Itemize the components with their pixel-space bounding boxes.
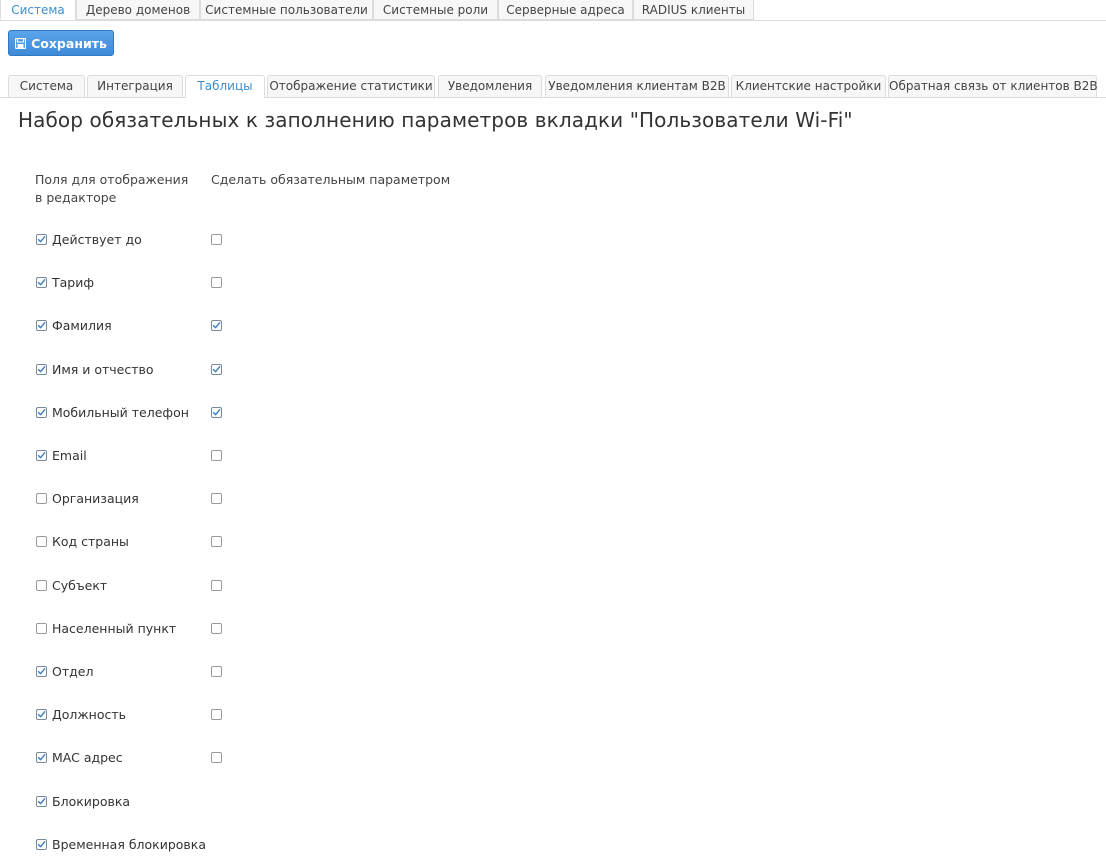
field-row: Временная блокировка [0,835,400,855]
required-field-checkbox[interactable] [211,709,222,720]
field-row: Отдел [0,662,400,682]
column-header-show: Поля для отображения в редакторе [35,172,189,205]
field-row: Код страны [0,532,400,552]
required-field-checkbox[interactable] [211,320,222,331]
show-field-checkbox[interactable] [36,709,47,720]
field-label: Действует до [52,232,142,247]
subtab-system[interactable]: Система [8,75,85,97]
field-row: Имя и отчество [0,360,400,380]
show-field-checkbox[interactable] [36,450,47,461]
field-row: MAC адрес [0,748,400,768]
required-field-checkbox[interactable] [211,493,222,504]
show-field-checkbox[interactable] [36,364,47,375]
field-row: Организация [0,489,400,509]
show-field-checkbox[interactable] [36,320,47,331]
main-tab-bar: Система Дерево доменов Системные пользов… [0,0,1106,21]
show-field-checkbox[interactable] [36,234,47,245]
field-row: Должность [0,705,400,725]
field-label: Населенный пункт [52,621,177,636]
field-label: Имя и отчество [52,362,154,377]
field-label: MAC адрес [52,750,123,765]
field-row: Блокировка [0,792,400,812]
show-field-checkbox[interactable] [36,493,47,504]
show-field-checkbox[interactable] [36,580,47,591]
required-field-checkbox[interactable] [211,234,222,245]
subtab-client-settings[interactable]: Клиентские настройки [731,75,886,97]
required-field-checkbox[interactable] [211,407,222,418]
tab-system-users[interactable]: Системные пользователи [200,0,373,20]
show-field-checkbox[interactable] [36,796,47,807]
settings-tab-bar: Система Интеграция Таблицы Отображение с… [0,75,1106,98]
show-field-checkbox[interactable] [36,536,47,547]
show-field-checkbox[interactable] [36,839,47,850]
field-label: Тариф [52,275,95,290]
required-field-checkbox[interactable] [211,364,222,375]
field-row: Фамилия [0,316,400,336]
show-field-checkbox[interactable] [36,277,47,288]
field-label: Код страны [52,534,129,549]
required-field-checkbox[interactable] [211,666,222,677]
field-label: Email [52,448,87,463]
field-row: Тариф [0,273,400,293]
required-field-checkbox[interactable] [211,277,222,288]
field-label: Фамилия [52,318,112,333]
field-label: Организация [52,491,139,506]
required-field-checkbox[interactable] [211,752,222,763]
field-label: Отдел [52,664,94,679]
subtab-tables[interactable]: Таблицы [185,75,265,98]
field-label: Субъект [52,578,108,593]
page-title: Набор обязательных к заполнению параметр… [18,108,853,132]
field-row: Email [0,446,400,466]
required-field-checkbox[interactable] [211,623,222,634]
show-field-checkbox[interactable] [36,623,47,634]
subtab-integration[interactable]: Интеграция [87,75,183,97]
tab-server-addresses[interactable]: Серверные адреса [498,0,633,20]
field-label: Должность [52,707,127,722]
subtab-b2b-feedback[interactable]: Обратная связь от клиентов B2B [888,75,1098,97]
show-field-checkbox[interactable] [36,752,47,763]
show-field-checkbox[interactable] [36,666,47,677]
required-field-checkbox[interactable] [211,580,222,591]
floppy-disk-icon [15,37,27,49]
required-field-checkbox[interactable] [211,450,222,461]
tab-system-roles[interactable]: Системные роли [373,0,498,20]
subtab-b2b-notifications[interactable]: Уведомления клиентам B2B [545,75,729,97]
field-row: Действует до [0,230,400,250]
field-row: Населенный пункт [0,619,400,639]
field-row: Мобильный телефон [0,403,400,423]
field-row: Субъект [0,576,400,596]
required-field-checkbox[interactable] [211,536,222,547]
tab-domain-tree[interactable]: Дерево доменов [76,0,200,20]
save-button[interactable]: Сохранить [8,30,114,56]
field-label: Временная блокировка [52,837,206,852]
save-button-label: Сохранить [31,35,107,51]
subtab-statistics-display[interactable]: Отображение статистики [267,75,435,97]
field-label: Блокировка [52,794,131,809]
tab-radius-clients[interactable]: RADIUS клиенты [633,0,754,20]
column-header-required: Сделать обязательным параметром [211,172,451,187]
show-field-checkbox[interactable] [36,407,47,418]
field-label: Мобильный телефон [52,405,189,420]
tab-system[interactable]: Система [0,0,76,20]
subtab-notifications[interactable]: Уведомления [438,75,542,97]
